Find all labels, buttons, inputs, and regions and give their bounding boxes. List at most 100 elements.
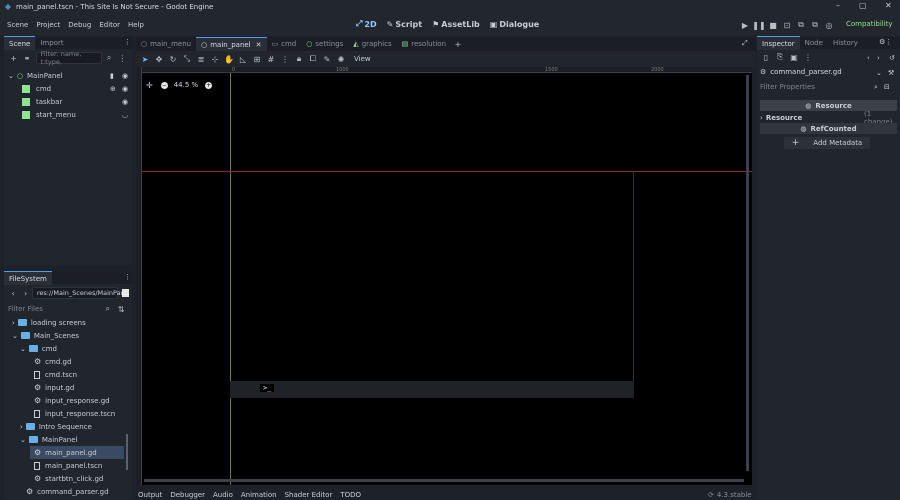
load-icon[interactable]: ⎘ xyxy=(773,50,787,64)
tab-node[interactable]: Node xyxy=(800,36,828,50)
file-cmd-tscn[interactable]: cmd.tscn xyxy=(34,368,77,381)
view-menu[interactable]: View xyxy=(354,55,371,63)
history-back-icon[interactable]: ‹ xyxy=(867,54,870,62)
workspace-script[interactable]: Script xyxy=(395,20,422,29)
menu-scene[interactable]: Scene xyxy=(7,21,28,29)
zoom-in-icon[interactable]: + xyxy=(205,81,213,89)
files-scrollbar[interactable] xyxy=(126,434,128,470)
lock-icon[interactable]: 🔒︎ xyxy=(292,52,306,66)
play-icon[interactable]: ▶ xyxy=(738,18,752,32)
options-icon[interactable]: ⋮ xyxy=(116,51,129,65)
workspace-assetlib[interactable]: AssetLib xyxy=(441,20,480,29)
tab-resolution[interactable]: ▤ resolution xyxy=(397,37,451,51)
menu-project[interactable]: Project xyxy=(36,21,60,29)
tab-filesystem[interactable]: FileSystem xyxy=(4,271,52,285)
tree-node-cmd[interactable]: cmd ⊕ ◉ xyxy=(22,82,130,95)
horizontal-scrollbar[interactable] xyxy=(144,479,744,482)
close-button[interactable]: ✕ xyxy=(885,1,892,10)
close-tab-icon[interactable]: ✕ xyxy=(256,41,262,49)
pan-tool-icon[interactable]: ✋ xyxy=(222,52,236,66)
forward-icon[interactable]: › xyxy=(19,286,31,300)
inspected-object[interactable]: command_parser.gd xyxy=(770,68,841,76)
maximize-button[interactable]: ▢ xyxy=(859,1,867,10)
folder-cmd[interactable]: ⌄ cmd xyxy=(20,342,57,355)
canvas-viewport[interactable]: 0 1000 1500 2000 >_ ✛ − 44.5 % + xyxy=(136,67,752,485)
remote-debug-icon[interactable]: ⊡ xyxy=(780,18,794,32)
grid-snap-icon[interactable]: # xyxy=(264,52,278,66)
tab-output[interactable]: Output xyxy=(138,491,162,499)
tree-node-taskbar[interactable]: taskbar ◉ xyxy=(22,95,130,108)
tree-node-start-menu[interactable]: start_menu ◡ xyxy=(22,108,130,121)
chevron-down-icon[interactable]: ⌄ xyxy=(876,69,882,77)
snap-options-icon[interactable]: ⋮ xyxy=(278,52,292,66)
bone-icon[interactable]: ✎ xyxy=(320,52,334,66)
workspace-2d[interactable]: 2D xyxy=(364,20,376,29)
files-filter-input[interactable]: Filter Files xyxy=(8,305,101,313)
signal-icon[interactable]: ⊕ xyxy=(110,85,116,93)
tab-todo[interactable]: TODO xyxy=(340,491,361,499)
cursor-icon[interactable]: ✺ xyxy=(334,52,348,66)
menu-debug[interactable]: Debug xyxy=(68,21,91,29)
tab-graphics[interactable]: ◭ graphics xyxy=(348,37,396,51)
tab-cmd[interactable]: ▭ cmd xyxy=(267,37,302,51)
path-field[interactable]: res://Main_Scenes/MainPan xyxy=(31,287,125,299)
tab-main-panel[interactable]: ○ main_panel ✕ xyxy=(196,37,267,51)
filter-options-icon[interactable]: ⊟ xyxy=(884,83,890,91)
vertical-scrollbar[interactable] xyxy=(746,75,749,471)
visibility-icon[interactable]: ◉ xyxy=(122,85,128,93)
hidden-icon[interactable]: ◡ xyxy=(122,111,128,119)
filter-properties-input[interactable]: Filter Properties xyxy=(760,83,874,91)
add-node-icon[interactable]: + xyxy=(7,51,20,65)
pivot-tool-icon[interactable]: ⊹ xyxy=(208,52,222,66)
file-startbtn-click-gd[interactable]: ⚙ startbtn_click.gd xyxy=(34,472,103,485)
scale-tool-icon[interactable]: ⤡ xyxy=(180,52,194,66)
folder-main-scenes[interactable]: ⌄ Main_Scenes xyxy=(12,329,79,342)
visibility-icon[interactable]: ◉ xyxy=(122,72,128,80)
group-icon[interactable]: ⧠ xyxy=(306,52,320,66)
zoom-out-icon[interactable]: − xyxy=(160,81,168,89)
search-icon[interactable]: ⌕ xyxy=(874,83,878,92)
folder-loading-screens[interactable]: › loading screens xyxy=(12,316,86,329)
dock-options-icon[interactable]: ⚙⋮ xyxy=(879,38,892,46)
smart-snap-icon[interactable]: ⊞ xyxy=(250,52,264,66)
file-input-gd[interactable]: ⚙ input.gd xyxy=(34,381,74,394)
zoom-level[interactable]: 44.5 % xyxy=(174,81,198,89)
tab-settings[interactable]: ○ settings xyxy=(301,37,348,51)
property-settings-icon[interactable]: ⚒ xyxy=(888,69,894,77)
tab-history[interactable]: History xyxy=(828,36,863,50)
folder-intro-sequence[interactable]: › Intro Sequence xyxy=(20,420,92,433)
file-main-panel-tscn[interactable]: main_panel.tscn xyxy=(34,459,102,472)
distraction-free-icon[interactable]: ⤢ xyxy=(742,39,748,48)
tab-scene[interactable]: Scene xyxy=(4,36,36,50)
script-icon[interactable]: ▮ xyxy=(110,72,114,80)
rotate-tool-icon[interactable]: ↻ xyxy=(166,52,180,66)
layout-toggle-icon[interactable] xyxy=(121,289,129,297)
tab-animation[interactable]: Animation xyxy=(241,491,277,499)
tab-shader-editor[interactable]: Shader Editor xyxy=(285,491,333,499)
tab-inspector[interactable]: Inspector xyxy=(757,36,800,50)
menu-help[interactable]: Help xyxy=(128,21,144,29)
ruler-tool-icon[interactable]: ◺ xyxy=(236,52,250,66)
history-forward-icon[interactable]: › xyxy=(877,54,880,62)
tab-import[interactable]: Import xyxy=(35,36,68,50)
renderer-select[interactable]: Compatibility xyxy=(846,20,893,28)
movie-icon[interactable]: ◎ xyxy=(822,18,836,32)
back-icon[interactable]: ‹ xyxy=(7,286,19,300)
tab-main-menu[interactable]: ○ main_menu xyxy=(136,37,196,51)
search-icon[interactable]: ⌕ xyxy=(101,302,115,316)
list-select-icon[interactable]: ≣ xyxy=(194,52,208,66)
dock-menu-icon[interactable]: ⋮ xyxy=(124,38,131,46)
file-command-parser-gd[interactable]: ⚙ command_parser.gd xyxy=(26,485,109,498)
file-cmd-gd[interactable]: ⚙ cmd.gd xyxy=(34,355,71,368)
select-tool-icon[interactable]: ➤ xyxy=(138,52,152,66)
move-tool-icon[interactable]: ✥ xyxy=(152,52,166,66)
save-icon[interactable]: ▣ xyxy=(787,50,801,64)
workspace-dialogue[interactable]: Dialogue xyxy=(499,20,539,29)
file-input-response-tscn[interactable]: input_response.tscn xyxy=(34,407,115,420)
stop-icon[interactable]: ■ xyxy=(766,18,780,32)
pause-icon[interactable]: ❚❚ xyxy=(752,18,766,32)
sort-icon[interactable]: ⇅ xyxy=(114,302,128,316)
search-icon[interactable]: ⌕ xyxy=(102,51,115,65)
object-history-icon[interactable]: ↺ xyxy=(889,54,895,62)
file-input-response-gd[interactable]: ⚙ input_response.gd xyxy=(34,394,110,407)
